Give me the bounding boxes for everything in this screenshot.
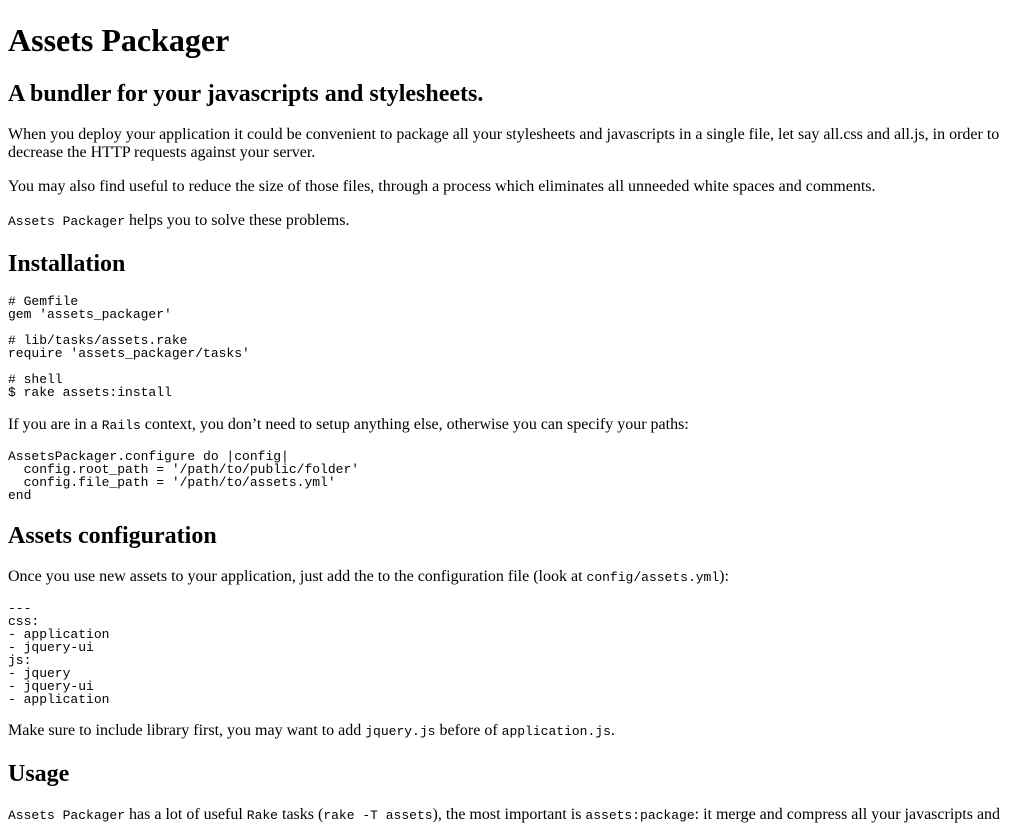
page-title: Assets Packager bbox=[8, 22, 230, 58]
intro-paragraph-3-text: helps you to solve these problems. bbox=[125, 212, 350, 229]
intro-paragraph-3: Assets Packager helps you to solve these… bbox=[8, 212, 1008, 231]
assets-configuration-paragraph: Once you use new assets to your applicat… bbox=[8, 568, 1008, 587]
inline-code-application-js: application.js bbox=[501, 724, 611, 739]
inline-code-rake: Rake bbox=[246, 808, 278, 823]
configure-code-block: AssetsPackager.configure do |config| con… bbox=[8, 449, 360, 503]
inline-code-rake-t-assets: rake -T assets bbox=[323, 808, 433, 823]
assets-configuration-text-2: ): bbox=[719, 568, 729, 585]
usage-paragraph: Assets Packager has a lot of useful Rake… bbox=[8, 806, 1008, 825]
installation-heading: Installation bbox=[8, 251, 126, 277]
include-order-text-1: Make sure to include library first, you … bbox=[8, 722, 366, 739]
assets-configuration-text-1: Once you use new assets to your applicat… bbox=[8, 568, 587, 585]
include-order-text-2: before of bbox=[435, 722, 502, 739]
inline-code-assets-package: assets:package bbox=[585, 808, 695, 823]
inline-code-jquery-js: jquery.js bbox=[365, 724, 436, 739]
include-order-note: Make sure to include library first, you … bbox=[8, 722, 1008, 741]
usage-text-2: tasks ( bbox=[278, 806, 324, 823]
page-subtitle: A bundler for your javascripts and style… bbox=[8, 81, 484, 107]
intro-paragraph-2: You may also find useful to reduce the s… bbox=[8, 178, 876, 195]
usage-text-1: has a lot of useful bbox=[125, 806, 247, 823]
installation-code-block: # Gemfile gem 'assets_packager' # lib/ta… bbox=[8, 294, 250, 400]
include-order-text-3: . bbox=[610, 722, 615, 739]
installation-paragraph: If you are in a Rails context, you don’t… bbox=[8, 416, 1008, 435]
inline-code-assets-packager-usage: Assets Packager bbox=[8, 808, 126, 823]
inline-code-assets-packager: Assets Packager bbox=[8, 214, 126, 229]
installation-paragraph-text-2: context, you don’t need to setup anythin… bbox=[140, 416, 689, 433]
intro-paragraph-1: When you deploy your application it coul… bbox=[8, 126, 1000, 161]
usage-text-4: : it merge and compress all your javascr… bbox=[694, 806, 1001, 823]
assets-configuration-heading: Assets configuration bbox=[8, 523, 217, 549]
inline-code-config-assets-yml: config/assets.yml bbox=[586, 570, 720, 585]
usage-heading: Usage bbox=[8, 761, 70, 787]
usage-text-3: ), the most important is bbox=[432, 806, 586, 823]
inline-code-rails: Rails bbox=[101, 418, 141, 433]
installation-paragraph-text-1: If you are in a bbox=[8, 416, 102, 433]
assets-yaml-code-block: --- css: - application - jquery-ui js: -… bbox=[8, 601, 110, 707]
